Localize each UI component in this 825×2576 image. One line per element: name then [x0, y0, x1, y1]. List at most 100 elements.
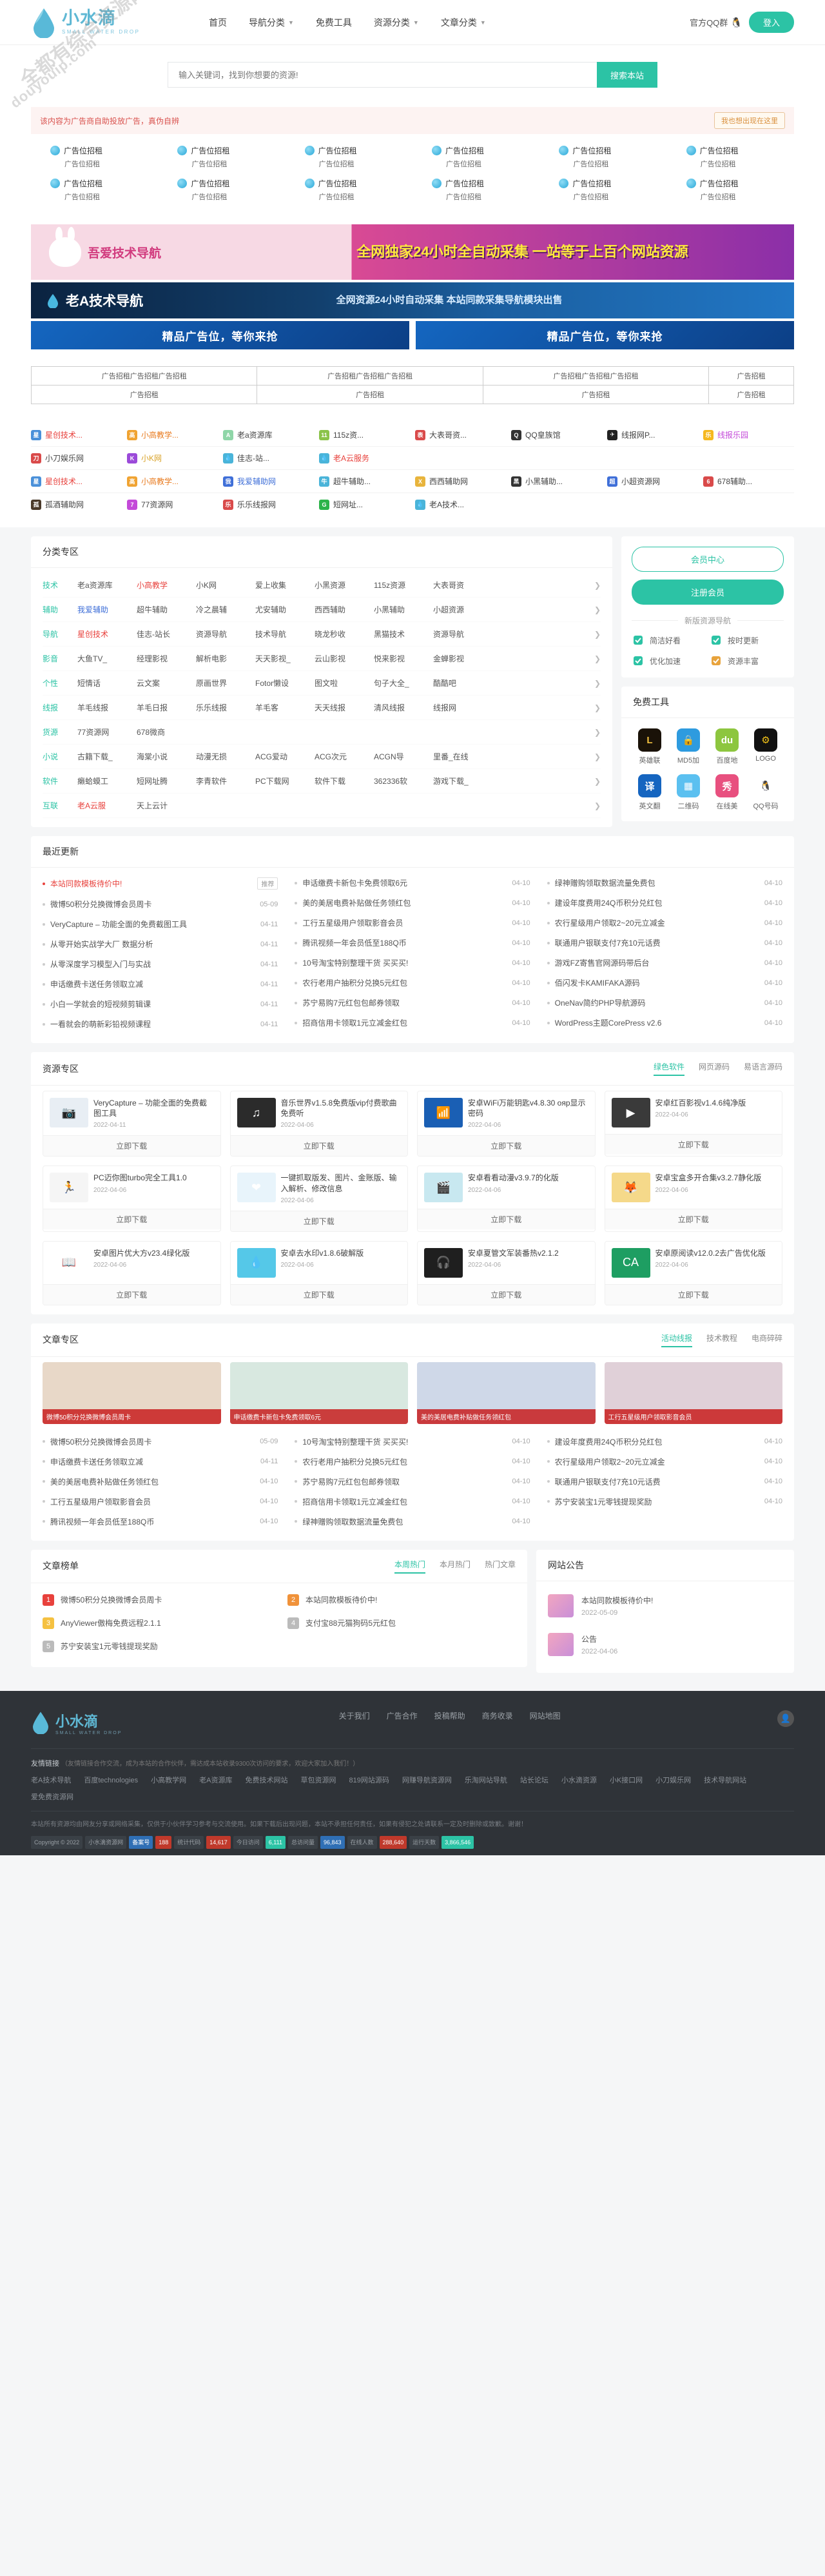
footer-link[interactable]: 商务收录 — [482, 1710, 513, 1721]
friend-link[interactable]: 百度technologies — [84, 1775, 138, 1785]
chevron-right-icon[interactable]: ❯ — [594, 752, 601, 761]
resource-card-item[interactable]: 🎬 安卓看看动漫v3.9.7的化版 2022-04-06 立即下载 — [417, 1166, 596, 1232]
nav-tag[interactable]: 乐 乐乐线报网 — [223, 499, 314, 510]
category-link[interactable]: ACG次元 — [315, 751, 374, 762]
rank-item-title[interactable]: 本站同款模板待价中! — [306, 1594, 377, 1605]
category-link[interactable]: 星创技术 — [77, 629, 137, 639]
list-item[interactable]: OneNav简约PHP导航源码 04-10 — [547, 993, 782, 1013]
category-link[interactable]: 短网址腾 — [137, 776, 196, 786]
article-item-title[interactable]: 工行五星级用户领取影音会员 — [50, 1496, 255, 1507]
footer-avatar[interactable]: 👤 — [777, 1710, 794, 1727]
category-link[interactable]: 经理影视 — [137, 653, 196, 664]
friend-link[interactable]: 819网站源码 — [349, 1775, 389, 1785]
ad-cell[interactable]: 广告位招租 广告位招租 — [286, 173, 412, 206]
article-item-title[interactable]: 绿神赠购领取数据流量免费包 — [302, 1516, 507, 1527]
update-title[interactable]: 微博50积分兑换微博会员周卡 — [50, 899, 255, 910]
ad-cell[interactable]: 广告位招租 广告位招租 — [667, 141, 794, 173]
category-link[interactable]: 羊毛日报 — [137, 702, 196, 713]
qq-group-link[interactable]: 官方QQ群 🐧 — [690, 16, 742, 28]
chevron-right-icon[interactable]: ❯ — [594, 777, 601, 786]
rank-item-title[interactable]: 苏宁安装宝1元零钱提现奖励 — [61, 1641, 158, 1652]
category-link[interactable]: 超牛辅助 — [137, 604, 196, 615]
friend-link[interactable]: 小K接口网 — [610, 1775, 643, 1785]
category-link[interactable]: 老a资源库 — [77, 580, 137, 590]
list-item[interactable]: 绿神赠购领取数据流量免费包 04-10 — [295, 1512, 530, 1532]
rank-item-title[interactable]: AnyViewer傲梅免费远程2.1.1 — [61, 1617, 161, 1628]
list-item[interactable]: 联通用户银联支付7充10元话费 04-10 — [547, 1472, 782, 1492]
resource-card-item[interactable]: 💧 安卓去水印v1.8.6破解版 2022-04-06 立即下载 — [229, 1240, 408, 1305]
category-link[interactable]: ACGN导 — [374, 751, 433, 762]
nav-tag[interactable]: K 小K网 — [127, 453, 218, 463]
chevron-right-icon[interactable]: ❯ — [594, 728, 601, 737]
update-title[interactable]: 10号淘宝特别整理干货 买买买! — [302, 957, 507, 968]
chevron-right-icon[interactable]: ❯ — [594, 801, 601, 810]
nav-tag[interactable]: 高 小高教学... — [127, 429, 218, 440]
nav-tag[interactable]: 超 小超资源网 — [607, 476, 698, 487]
friend-link[interactable]: 免费技术网站 — [245, 1775, 287, 1785]
ad-cell[interactable]: 广告位招租 广告位招租 — [539, 141, 666, 173]
resource-card-item[interactable]: CA 安卓原阅读v12.0.2去广告优化版 2022-04-06 立即下载 — [604, 1240, 782, 1305]
resource-card-item[interactable]: 📖 安卓图片优大方v23.4绿化版 2022-04-06 立即下载 — [43, 1240, 221, 1305]
list-item[interactable]: 小白一学就会的短视频剪辑课 04-11 — [43, 994, 278, 1014]
nav-tag[interactable]: A 老a资源库 — [223, 429, 314, 440]
nav-tag[interactable]: 💧 老A技术... — [415, 499, 506, 510]
nav-tag[interactable]: G 短网址... — [319, 499, 410, 510]
footer-link[interactable]: 网站地图 — [530, 1710, 561, 1721]
member-center-button[interactable]: 会员中心 — [632, 547, 784, 572]
tool-item[interactable]: 🐧 QQ号码 — [748, 774, 784, 811]
update-title[interactable]: 申话缴费卡送任务领取立减 — [50, 979, 255, 990]
resource-card-item[interactable]: 🦊 安卓宝盒多开合集v3.2.7静化版 2022-04-06 立即下载 — [604, 1166, 782, 1232]
category-link[interactable]: 小黑资源 — [315, 580, 374, 590]
login-button[interactable]: 登入 — [748, 12, 794, 33]
ad-table-cell[interactable]: 广告招租广告招租广告招租 — [482, 366, 710, 385]
category-link[interactable]: PC下载网 — [255, 776, 315, 786]
update-title[interactable]: 招商信用卡领取1元立减金红包 — [302, 1017, 507, 1028]
update-title[interactable]: 联通用户银联支付7充10元话费 — [555, 937, 759, 948]
category-link[interactable]: 资源导航 — [196, 629, 255, 639]
rank-tab[interactable]: 本月热门 — [440, 1559, 471, 1574]
article-item-title[interactable]: 腾讯视频一年会员低至188Q币 — [50, 1516, 255, 1527]
resource-card-item[interactable]: 📶 安卓WiFi万能钥匙v4.8.30 ояр显示密码 2022-04-06 立… — [417, 1091, 596, 1157]
article-card-item[interactable]: 微博50积分兑换微博会员周卡 — [43, 1361, 221, 1424]
category-link[interactable]: 古籍下载_ — [77, 751, 137, 762]
article-card-item[interactable]: 美的美居电费补贴做任务领红包 — [417, 1361, 596, 1424]
category-link[interactable]: 77资源网 — [77, 727, 137, 737]
footer-logo[interactable]: 小水滴 SMALL WATER DROP — [31, 1710, 122, 1735]
register-button[interactable]: 注册会员 — [632, 580, 784, 605]
article-item-title[interactable]: 农行星级用户领取2~20元立减金 — [555, 1456, 759, 1467]
category-link[interactable]: 悦来影视 — [374, 653, 433, 664]
list-item[interactable]: 10号淘宝特别整理干货 买买买! 04-10 — [295, 953, 530, 973]
article-tab[interactable]: 电商碎碎 — [752, 1332, 782, 1347]
notice-row[interactable]: 本站同款模板待价中! 2022-05-09 — [548, 1586, 782, 1625]
friend-link[interactable]: 小高教学网 — [151, 1775, 186, 1785]
rank-row[interactable]: 3 AnyViewer傲梅免费远程2.1.1 — [43, 1612, 271, 1635]
article-card-item[interactable]: 申话缴费卡新包卡免费领取6元 — [229, 1361, 408, 1424]
ad-cell[interactable]: 广告位招租 广告位招租 — [412, 173, 539, 206]
rank-item-title[interactable]: 支付宝88元猫狗码5元红包 — [306, 1617, 396, 1628]
ad-cell[interactable]: 广告位招租 广告位招租 — [286, 141, 412, 173]
list-item[interactable]: 苏宁安装宝1元零钱提现奖励 04-10 — [547, 1492, 782, 1512]
category-link[interactable]: 图文啦 — [315, 678, 374, 688]
tool-item[interactable]: 译 英文翻 — [632, 774, 668, 811]
download-button[interactable]: 立即下载 — [43, 1209, 220, 1230]
rank-row[interactable]: 2 本站同款模板待价中! — [287, 1588, 516, 1612]
category-link[interactable]: 黑猫技术 — [374, 629, 433, 639]
nav-item-0[interactable]: 首页 — [209, 16, 227, 29]
list-item[interactable]: 联通用户银联支付7充10元话费 04-10 — [547, 933, 782, 953]
nav-tag[interactable]: 💧 佳志-站... — [223, 453, 314, 463]
category-link[interactable]: 小高教学 — [137, 580, 196, 590]
category-link[interactable]: 李青软件 — [196, 776, 255, 786]
article-item-title[interactable]: 微博50积分兑换微博会员周卡 — [50, 1436, 255, 1447]
category-link[interactable]: Fotor懒设 — [255, 678, 315, 688]
list-item[interactable]: 本站同款模板待价中! 推荐 — [43, 873, 278, 894]
download-button[interactable]: 立即下载 — [605, 1209, 782, 1230]
nav-tag[interactable]: 乐 线报乐园 — [703, 429, 794, 440]
resource-card-item[interactable]: ♫ 音乐世界v1.5.8免费版vip付费歌曲免费听 2022-04-06 立即下… — [229, 1091, 408, 1157]
nav-item-4[interactable]: 文章分类 ▼ — [441, 16, 486, 29]
article-card-item[interactable]: 工行五星级用户领取影音会员 — [604, 1361, 782, 1424]
footer-link[interactable]: 广告合作 — [387, 1710, 418, 1721]
friend-link[interactable]: 爱免费资源网 — [31, 1791, 73, 1802]
search-button[interactable]: 搜索本站 — [597, 62, 657, 88]
tool-item[interactable]: 秀 在线美 — [709, 774, 745, 811]
category-link[interactable]: 乐乐线报 — [196, 702, 255, 713]
